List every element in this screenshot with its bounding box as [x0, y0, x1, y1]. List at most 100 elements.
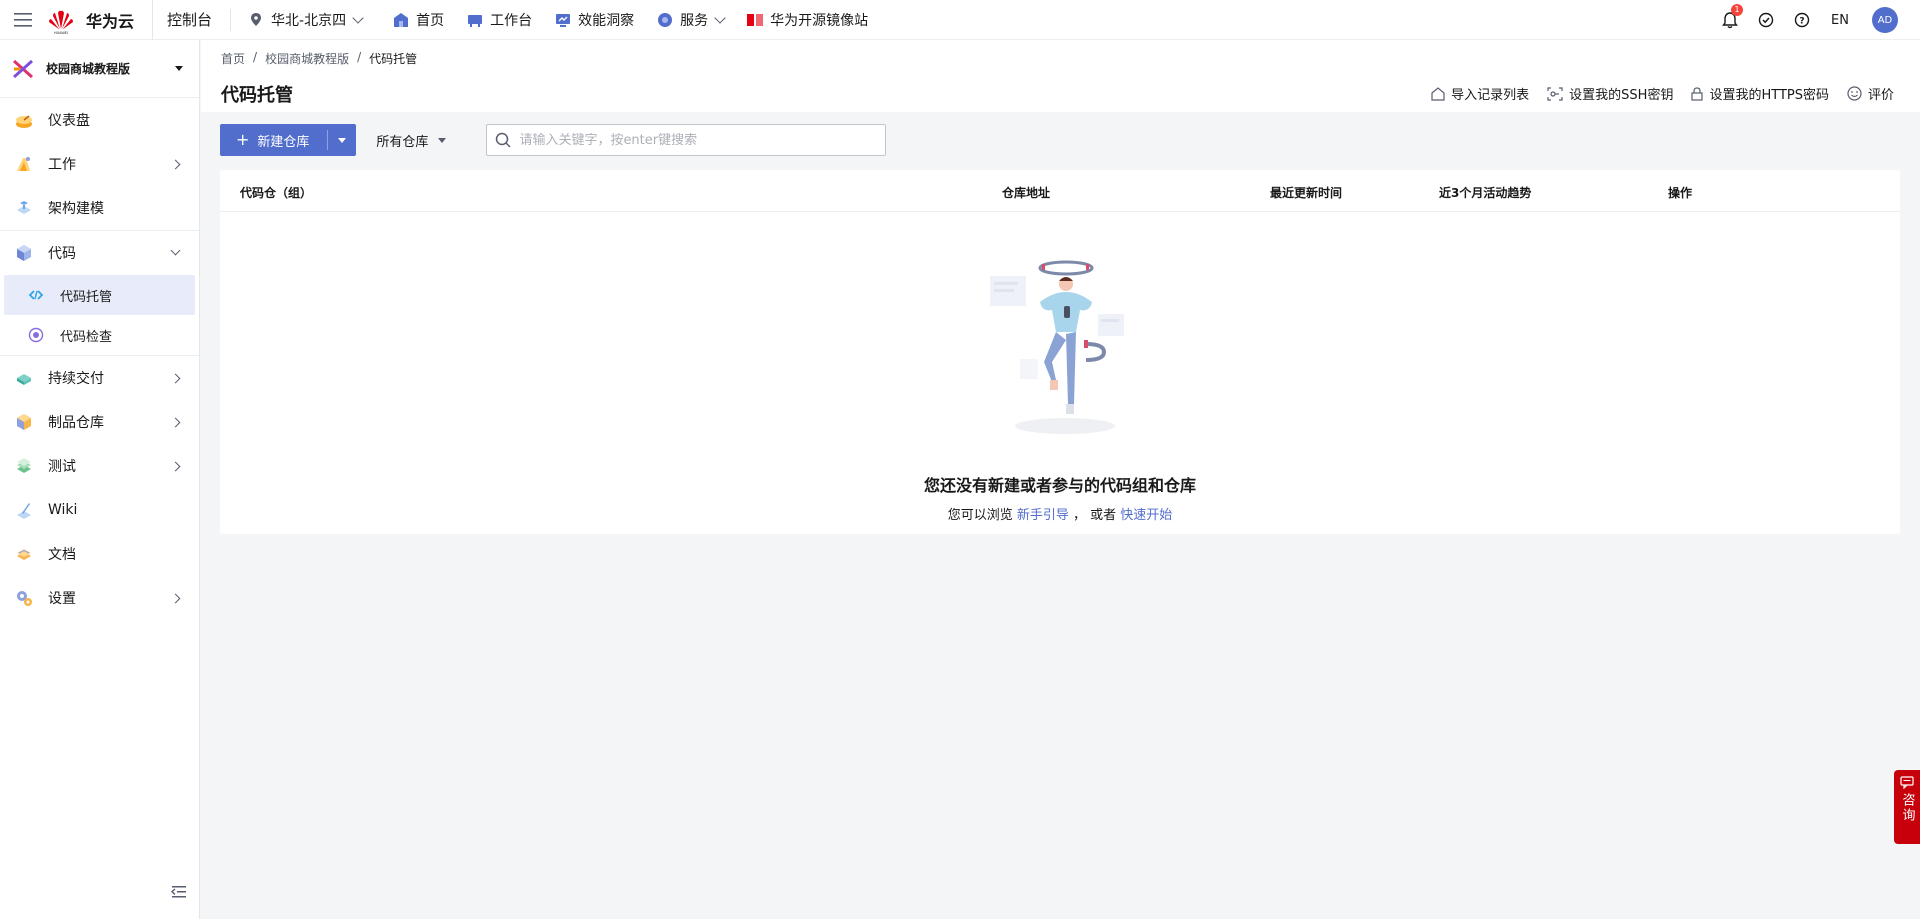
feedback-link[interactable]: 评价 [1847, 84, 1894, 103]
quick-start-link[interactable]: 快速开始 [1120, 508, 1172, 523]
sidebar-subitem-code-hosting[interactable]: 代码托管 [4, 275, 195, 315]
new-repo-button-group: + 新建仓库 [220, 124, 357, 156]
project-switcher[interactable]: 校园商城教程版 [0, 40, 199, 98]
breadcrumb-current: 代码托管 [369, 52, 418, 66]
sidebar-item-delivery[interactable]: 持续交付 [0, 356, 199, 400]
nav-services[interactable]: 服务 [656, 0, 726, 40]
empty-title: 您还没有新建或者参与的代码组和仓库 [923, 476, 1196, 495]
notification-button[interactable]: 1 [1712, 0, 1748, 40]
code-check-icon [28, 327, 44, 343]
sidebar-subitem-code-check[interactable]: 代码检查 [4, 315, 195, 355]
sidebar: 校园商城教程版 仪表盘 工作 架构建模 代码 代码托管 代码检查 持续交付 制品… [0, 40, 200, 919]
breadcrumb-project[interactable]: 校园商城教程版 [265, 50, 349, 67]
work-icon [17, 157, 30, 171]
nav-home[interactable]: 首页 [392, 0, 444, 40]
top-bar: HUAWEI 华为云 控制台 华北-北京四 首页 工作台 效能洞察 服务 华为开… [0, 0, 1920, 40]
beginner-guide-link[interactable]: 新手引导 [1017, 508, 1069, 523]
user-avatar[interactable]: AD [1872, 7, 1898, 33]
sidebar-item-label: 代码 [48, 246, 76, 262]
breadcrumb-home[interactable]: 首页 [221, 50, 245, 67]
brand-name: 华为云 [86, 11, 135, 31]
home-outline-icon [1431, 86, 1445, 101]
location-pin-icon [247, 11, 265, 29]
code-link-icon [28, 290, 44, 300]
nav-workbench[interactable]: 工作台 [466, 0, 532, 40]
chevron-right-icon [170, 159, 181, 169]
feedback-label: 评价 [1867, 88, 1894, 103]
new-repo-dropdown[interactable] [328, 137, 356, 143]
region-selector[interactable]: 华北-北京四 [247, 0, 364, 40]
collapse-sidebar-icon[interactable] [170, 883, 188, 901]
sidebar-subitem-label: 代码托管 [60, 289, 113, 305]
brand-logo[interactable]: HUAWEI 华为云 [46, 0, 154, 40]
architecture-icon [17, 201, 31, 214]
import-records-link[interactable]: 导入记录列表 [1431, 84, 1529, 103]
chevron-down-icon [714, 11, 726, 24]
sidebar-item-test[interactable]: 测试 [0, 444, 199, 488]
region-label: 华北-北京四 [271, 12, 347, 29]
column-header: 仓库地址 [1002, 186, 1051, 200]
search-input[interactable] [519, 132, 860, 148]
project-name: 校园商城教程版 [46, 62, 131, 76]
chevron-right-icon [170, 461, 181, 471]
sidebar-item-label: 测试 [48, 459, 76, 475]
nav-insight[interactable]: 效能洞察 [554, 0, 634, 40]
todo-button[interactable] [1748, 0, 1784, 40]
sidebar-item-dashboard[interactable]: 仪表盘 [0, 98, 199, 142]
console-link[interactable]: 控制台 [167, 8, 232, 31]
toolbar: + 新建仓库 所有仓库 [220, 124, 887, 156]
notification-badge: 1 [1731, 4, 1743, 16]
empty-prefix: 您可以浏览 [947, 508, 1013, 523]
repo-filter-dropdown[interactable]: 所有仓库 [376, 131, 447, 150]
ssh-key-icon [1547, 86, 1563, 101]
sidebar-item-label: Wiki [48, 502, 78, 518]
nav-home-label: 首页 [416, 12, 445, 29]
wiki-icon [17, 503, 31, 519]
consult-label: 咨询 [1899, 793, 1915, 823]
column-header: 操作 [1668, 186, 1693, 200]
lock-icon [1691, 86, 1704, 101]
sidebar-item-label: 设置 [48, 591, 76, 607]
empty-illustration-icon [990, 260, 1124, 434]
https-password-link[interactable]: 设置我的HTTPS密码 [1691, 84, 1829, 103]
language-switch[interactable]: EN [1820, 13, 1860, 28]
chevron-right-icon [170, 373, 181, 383]
sidebar-item-work[interactable]: 工作 [0, 142, 199, 186]
svg-text:?: ? [1799, 17, 1804, 27]
new-repo-button[interactable]: + 新建仓库 [220, 130, 329, 150]
nav-services-label: 服务 [680, 12, 709, 29]
menu-icon[interactable] [0, 0, 46, 40]
huawei-logo-icon: HUAWEI [49, 10, 73, 35]
repo-table: 代码仓（组） 仓库地址 最近更新时间 近3个月活动趋势 操作 您还没有新建或者参… [220, 170, 1900, 534]
help-button[interactable]: ? [1784, 0, 1820, 40]
repo-filter-label: 所有仓库 [376, 134, 429, 150]
workbench-icon [466, 11, 484, 29]
nav-insight-label: 效能洞察 [578, 12, 635, 29]
sidebar-item-architecture[interactable]: 架构建模 [0, 186, 199, 230]
sidebar-item-settings[interactable]: 设置 [0, 576, 199, 620]
docs-icon [17, 549, 31, 560]
sidebar-item-code[interactable]: 代码 [0, 231, 199, 275]
dashboard-icon [16, 115, 32, 128]
test-icon [17, 458, 31, 473]
main-content: 首页 / 校园商城教程版 / 代码托管 代码托管 导入记录列表 设置我的SSH密… [201, 40, 1920, 919]
sidebar-item-artifact[interactable]: 制品仓库 [0, 400, 199, 444]
nav-workbench-label: 工作台 [490, 12, 533, 29]
https-password-label: 设置我的HTTPS密码 [1709, 88, 1829, 103]
sidebar-subitem-label: 代码检查 [60, 329, 113, 345]
nav-mirror[interactable]: 华为开源镜像站 [746, 0, 868, 40]
import-records-label: 导入记录列表 [1451, 88, 1530, 103]
column-header: 近3个月活动趋势 [1439, 186, 1532, 200]
nav-mirror-label: 华为开源镜像站 [770, 12, 869, 29]
chevron-right-icon [170, 417, 181, 427]
sidebar-item-wiki[interactable]: Wiki [0, 488, 199, 532]
empty-subtitle: 您可以浏览 新手引导 ， 或者 快速开始 [220, 504, 1900, 523]
chevron-down-icon [170, 245, 181, 256]
consult-button[interactable]: 咨询 [1894, 770, 1920, 844]
chevron-right-icon [170, 593, 181, 603]
empty-state: 您还没有新建或者参与的代码组和仓库 您可以浏览 新手引导 ， 或者 快速开始 [220, 212, 1900, 534]
check-circle-icon [1758, 12, 1774, 28]
ssh-key-link[interactable]: 设置我的SSH密钥 [1547, 84, 1673, 103]
sidebar-item-docs[interactable]: 文档 [0, 532, 199, 576]
project-logo-icon [13, 59, 33, 78]
